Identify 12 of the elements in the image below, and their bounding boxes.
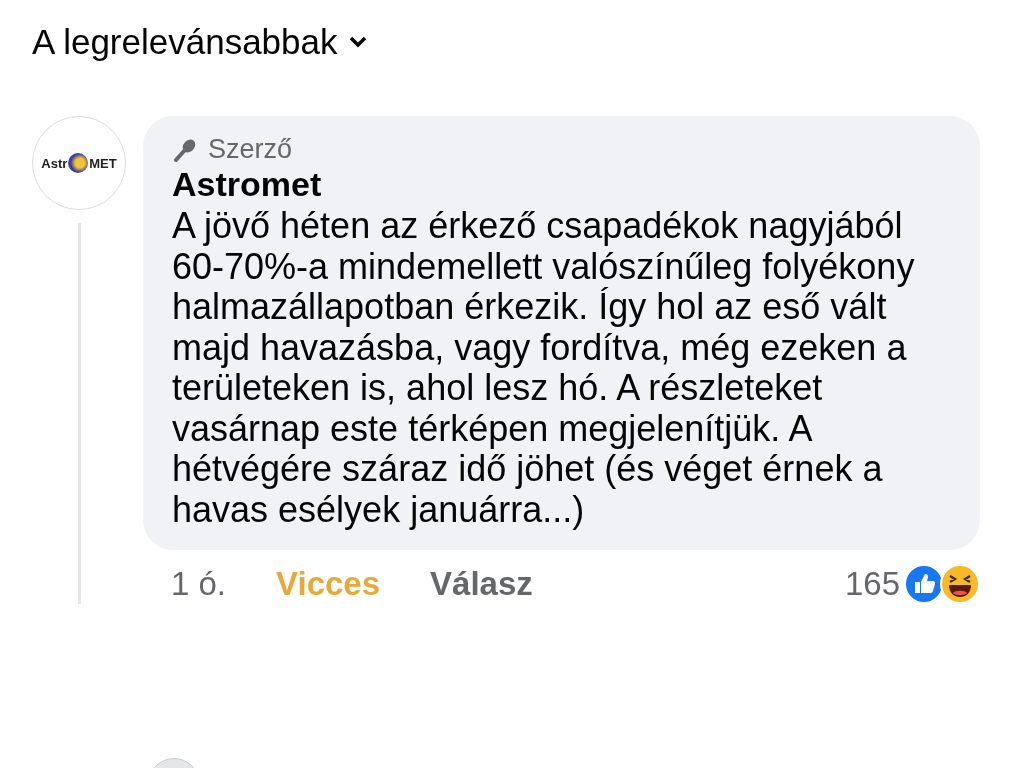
microphone-icon (172, 137, 198, 162)
author-name[interactable]: Astromet (172, 165, 950, 204)
comment-time[interactable]: 1 ó. (171, 565, 227, 603)
reply-link[interactable]: Válasz (430, 565, 533, 603)
sort-dropdown[interactable]: A legrelevánsabbak (32, 22, 368, 62)
avatar-logo[interactable]: Astr MET (32, 116, 126, 210)
author-label: Szerző (208, 134, 293, 165)
reaction-count[interactable]: 165 (844, 565, 900, 603)
chevron-down-icon (347, 35, 368, 49)
comment-text: A jövő héten az érkező csapadékok nagyjából 60-70%-a mindemellett valószínűleg folyékony halmazállapotban érkezik. Így hol az eső vált majd havazásba, vagy fordítva, még ezeken a területeken is, ahol lesz hó. A részleteket vasárnap este térképen megjelenítjük. A hétvégére száraz idő jöhet (és véget érnek a havas esélyek januárra...) (172, 206, 916, 530)
laughing-emoji-icon (940, 564, 980, 604)
like-icon (904, 564, 944, 604)
